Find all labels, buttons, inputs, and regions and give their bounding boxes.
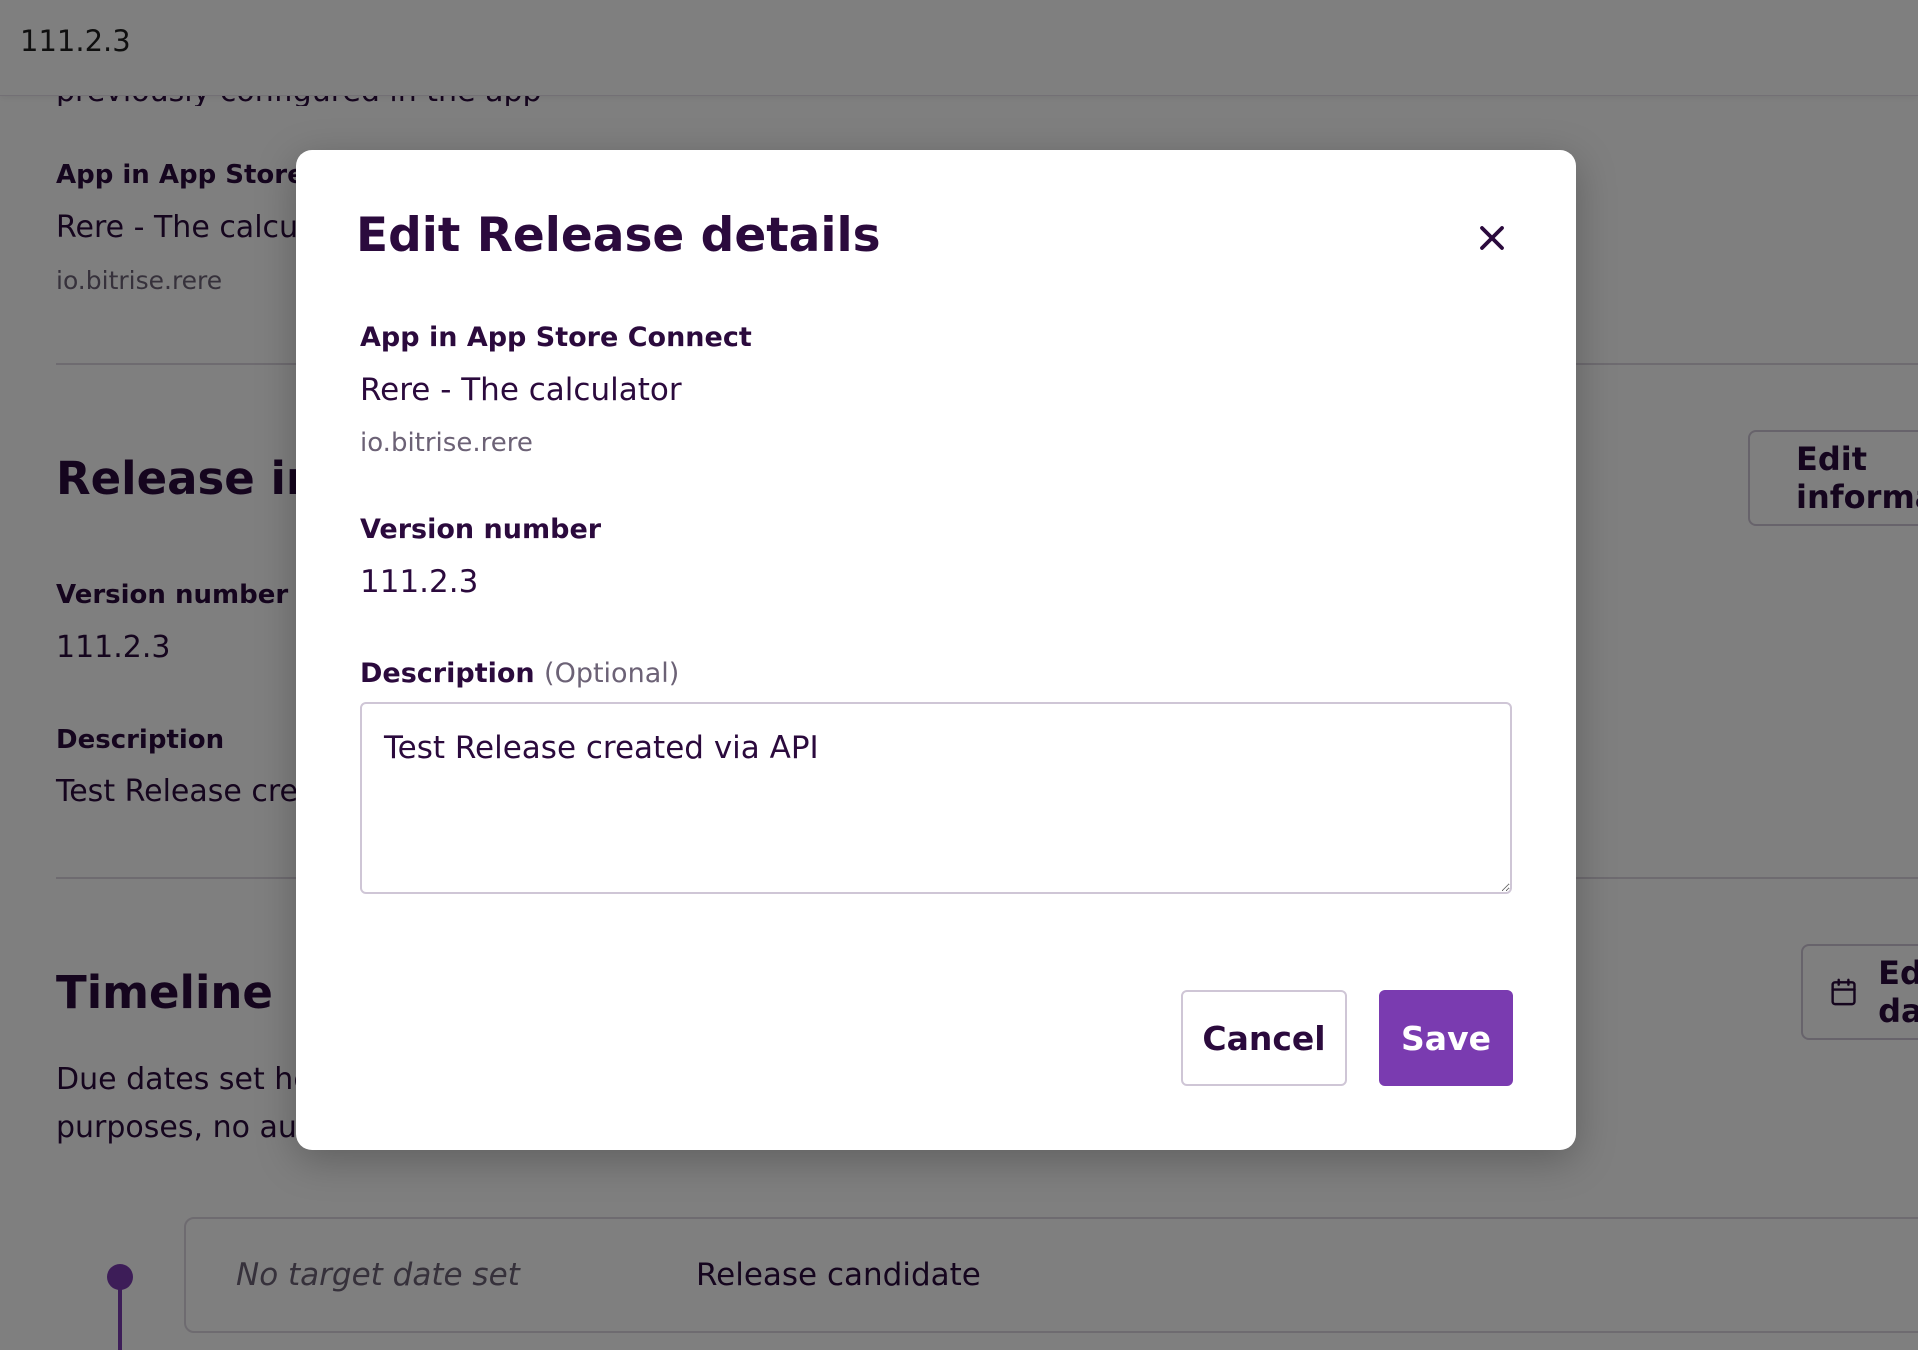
edit-release-modal: Edit Release details App in App Store Co…	[296, 150, 1576, 1150]
version-label: Version number	[360, 514, 602, 545]
close-icon	[1480, 226, 1504, 250]
save-button[interactable]: Save	[1379, 990, 1513, 1086]
description-textarea[interactable]: Test Release created via API	[360, 702, 1512, 894]
version-value: 111.2.3	[360, 564, 479, 600]
modal-title: Edit Release details	[356, 208, 881, 263]
cancel-button[interactable]: Cancel	[1181, 990, 1347, 1086]
description-label: Description (Optional)	[360, 658, 679, 689]
app-name: Rere - The calculator	[360, 372, 682, 408]
close-button[interactable]	[1464, 210, 1520, 266]
optional-tag: (Optional)	[544, 658, 680, 689]
description-label-text: Description	[360, 658, 535, 689]
bundle-id: io.bitrise.rere	[360, 428, 533, 458]
app-label: App in App Store Connect	[360, 322, 752, 353]
release-page: 111.2.3 previously configured in the app…	[0, 0, 1918, 1350]
